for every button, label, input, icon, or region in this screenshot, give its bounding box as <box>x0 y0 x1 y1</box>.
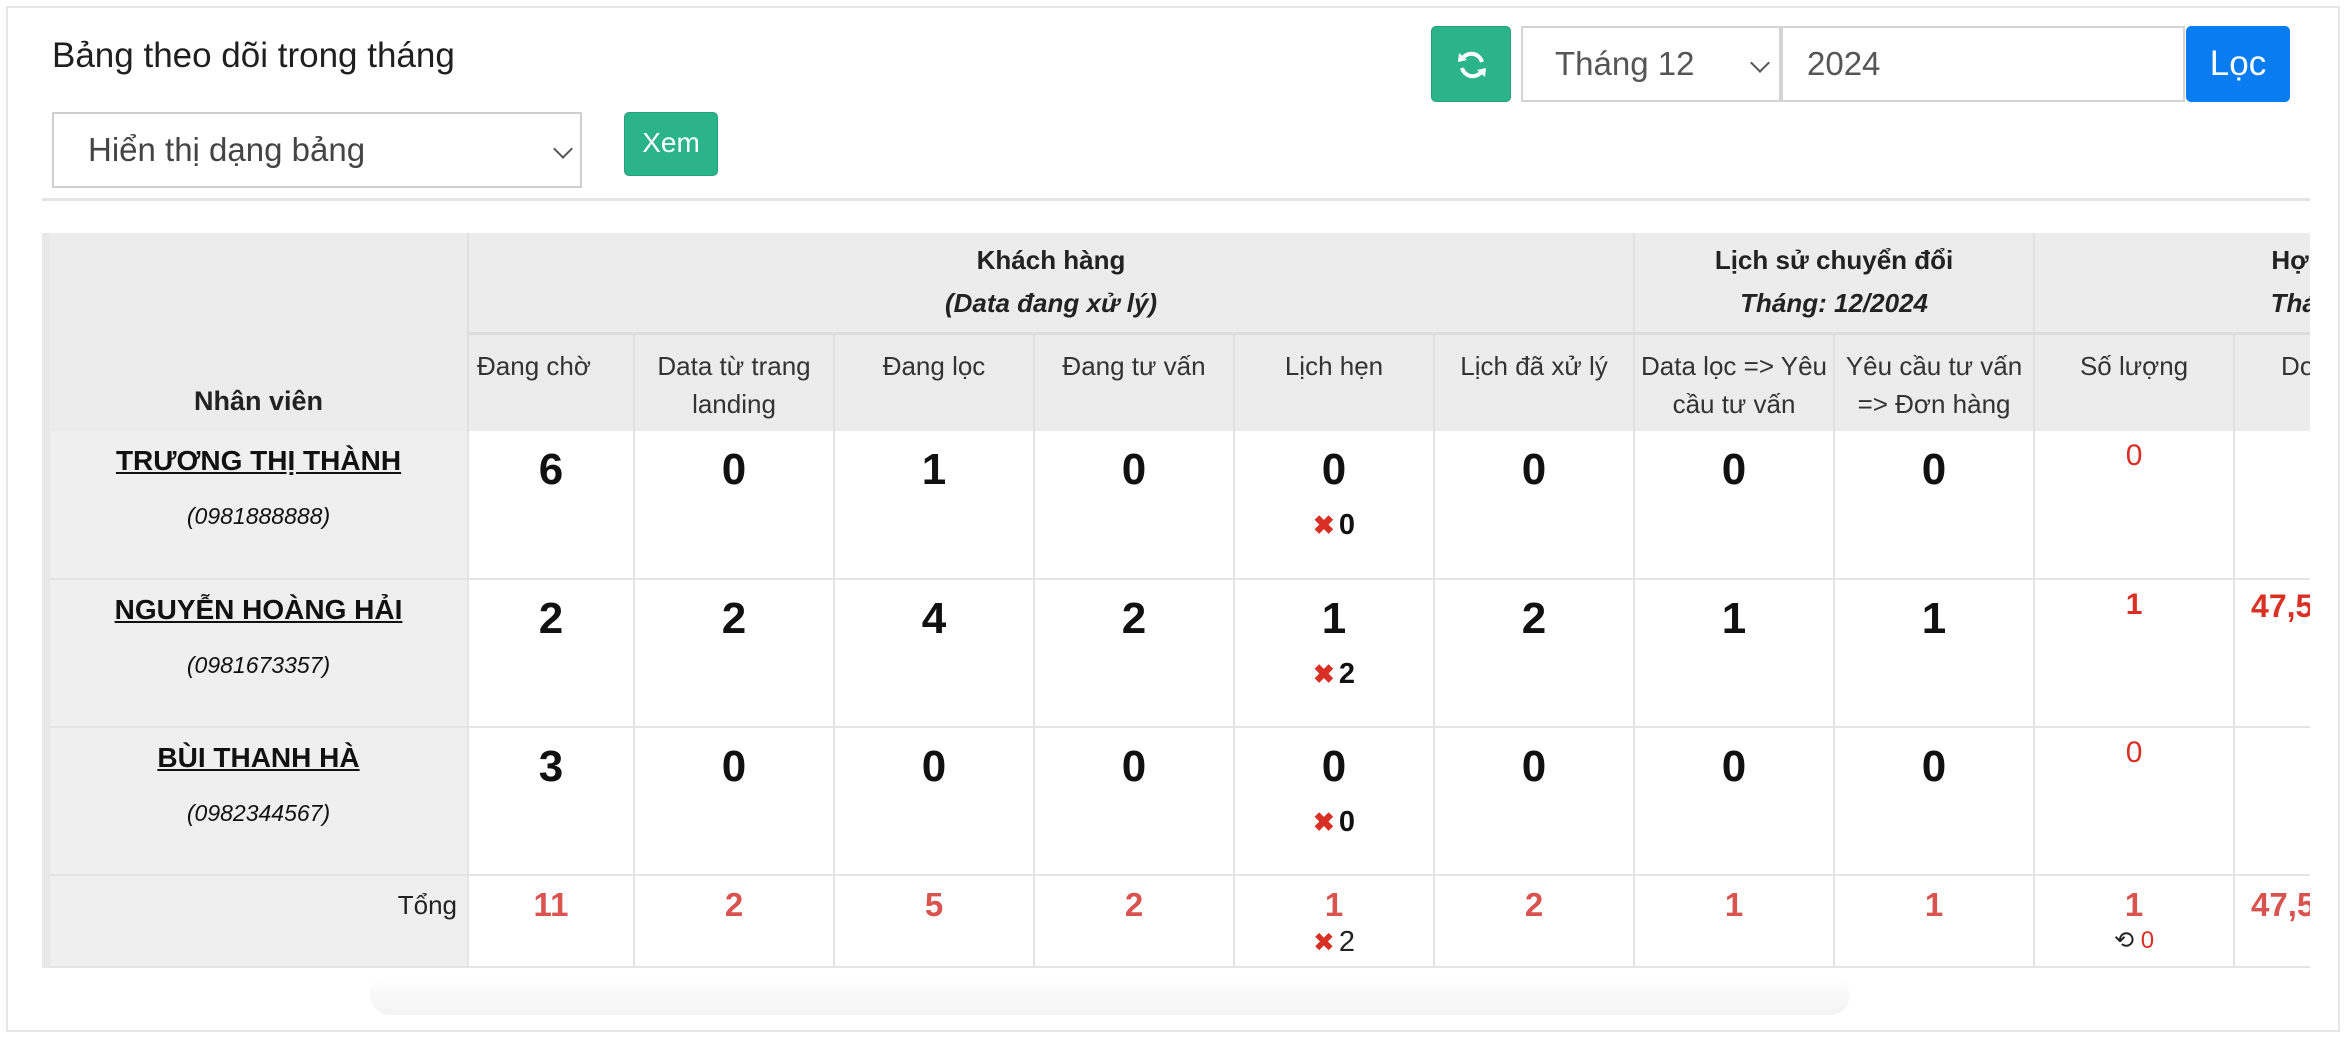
request-to-order-value: 0 <box>1921 445 1947 494</box>
waiting-value: 6 <box>538 445 564 494</box>
contracts-group-subtitle: Tháng: 12/202 <box>2270 288 2310 319</box>
col-quantity: Số lượng <box>2033 333 2235 431</box>
contracts-group-title: Hợp đồng mớ <box>2271 245 2310 276</box>
total-quantity-history: 0 <box>2140 927 2155 954</box>
tracking-table: Nhân viên Khách hàng (Data đang xử lý) L… <box>42 233 2310 970</box>
filter-to-request-value: 0 <box>1721 445 1747 494</box>
table-row: BÙI THANH HÀ (0982344567) 3 0 0 0 0 ✖ 0 0… <box>42 727 2310 876</box>
staff-phone: (0981888888) <box>186 503 331 529</box>
quantity-value[interactable]: 0 <box>2035 736 2233 770</box>
consulting-value: 2 <box>1121 594 1147 643</box>
appointments-cancelled: 2 <box>1338 658 1355 690</box>
refresh-button[interactable] <box>1431 26 1511 102</box>
history-group-title: Lịch sử chuyển đổi <box>1714 245 1954 276</box>
total-revenue: 47,5 <box>2251 886 2310 923</box>
customers-group-title: Khách hàng <box>976 245 1126 276</box>
customers-group-subtitle: (Data đang xử lý) <box>944 288 1158 319</box>
col-appointments: Lịch hẹn <box>1233 333 1434 431</box>
filtering-value: 0 <box>921 742 947 791</box>
col-revenue: Do <box>2233 333 2310 431</box>
landing-value: 0 <box>721 742 747 791</box>
total-request-to-order: 1 <box>1924 886 1944 923</box>
staff-cell: BÙI THANH HÀ (0982344567) <box>42 727 468 876</box>
x-icon: ✖ <box>1313 807 1335 837</box>
staff-phone: (0981673357) <box>186 652 331 678</box>
staff-header: Nhân viên <box>42 233 468 431</box>
view-mode-value: Hiển thị dạng bảng <box>88 131 366 168</box>
view-mode-select[interactable]: Hiển thị dạng bảng <box>52 112 582 188</box>
filter-to-request-value: 0 <box>1721 742 1747 791</box>
total-filter-to-request: 1 <box>1724 886 1744 923</box>
waiting-value: 2 <box>538 594 564 643</box>
quantity-value[interactable]: 0 <box>2035 439 2233 473</box>
staff-phone: (0982344567) <box>186 800 331 826</box>
page-title: Bảng theo dõi trong tháng <box>52 36 455 75</box>
handled-value: 0 <box>1521 742 1547 791</box>
month-select[interactable]: Tháng 12 <box>1521 26 1781 102</box>
col-landing: Data từ trang landing <box>633 333 834 431</box>
refresh-icon <box>1458 51 1486 79</box>
staff-name-link[interactable]: TRƯƠNG THỊ THÀNH <box>50 445 467 477</box>
bottom-shadow <box>370 975 1850 1015</box>
x-icon: ✖ <box>1313 510 1335 540</box>
total-filtering: 5 <box>924 886 944 923</box>
request-to-order-value: 1 <box>1921 594 1947 643</box>
filter-to-request-value: 1 <box>1721 594 1747 643</box>
col-request-to-order: Yêu cầu tư vấn => Đơn hàng <box>1833 333 2035 431</box>
consulting-value: 0 <box>1121 742 1147 791</box>
handled-value: 2 <box>1521 594 1547 643</box>
quantity-value[interactable]: 1 <box>2035 588 2233 622</box>
total-quantity: 1 <box>2124 886 2144 923</box>
consulting-value: 0 <box>1121 445 1147 494</box>
waiting-value: 3 <box>538 742 564 791</box>
filtering-value: 1 <box>921 445 947 494</box>
col-consulting: Đang tư vấn <box>1033 333 1234 431</box>
request-to-order-value: 0 <box>1921 742 1947 791</box>
month-value: Tháng 12 <box>1555 45 1695 82</box>
appointments-value: 0 <box>1321 742 1347 791</box>
view-button[interactable]: Xem <box>624 112 718 176</box>
landing-value: 2 <box>721 594 747 643</box>
table-row: TRƯƠNG THỊ THÀNH (0981888888) 6 0 1 0 0 … <box>42 431 2310 580</box>
x-icon: ✖ <box>1313 927 1335 957</box>
total-landing: 2 <box>724 886 744 923</box>
appointments-cancelled: 0 <box>1338 509 1355 541</box>
divider <box>42 198 2310 201</box>
appointments-cancelled: 0 <box>1338 806 1355 838</box>
x-icon: ✖ <box>1313 659 1335 689</box>
col-handled: Lịch đã xử lý <box>1432 333 1635 431</box>
staff-cell: TRƯƠNG THỊ THÀNH (0981888888) <box>42 431 468 580</box>
total-handled: 2 <box>1524 886 1544 923</box>
chevron-down-icon <box>1750 53 1770 73</box>
col-filter-to-request: Data lọc => Yêu cầu tư vấn <box>1633 333 1835 431</box>
table-row: NGUYỄN HOÀNG HẢI (0981673357) 2 2 4 2 1 … <box>42 579 2310 728</box>
history-icon: ⟲ <box>2113 927 2135 954</box>
filter-button[interactable]: Lọc <box>2186 26 2290 102</box>
chevron-down-icon <box>553 139 573 159</box>
total-appointments-cancelled: 2 <box>1338 926 1355 958</box>
appointments-value: 0 <box>1321 445 1347 494</box>
total-consulting: 2 <box>1124 886 1144 923</box>
year-input[interactable]: 2024 <box>1781 26 2185 102</box>
total-row: Tổng 11 2 5 2 1 ✖ 2 2 1 1 1 ⟲ 0 47,5 <box>42 875 2310 968</box>
appointments-value: 1 <box>1321 594 1347 643</box>
revenue-value: 47,5 <box>2251 588 2310 624</box>
total-waiting: 11 <box>533 886 569 923</box>
history-group-subtitle: Tháng: 12/2024 <box>1740 288 1928 319</box>
handled-value: 0 <box>1521 445 1547 494</box>
contracts-group-header: Hợp đồng mớ Tháng: 12/202 <box>2033 233 2310 333</box>
customers-group-header: Khách hàng (Data đang xử lý) <box>466 233 1635 333</box>
col-waiting: Đang chờ <box>467 333 634 431</box>
staff-name-link[interactable]: NGUYỄN HOÀNG HẢI <box>50 594 467 626</box>
history-group-header: Lịch sử chuyển đổi Tháng: 12/2024 <box>1633 233 2035 333</box>
filtering-value: 4 <box>921 594 947 643</box>
total-label: Tổng <box>42 875 468 968</box>
col-filtering: Đang lọc <box>833 333 1034 431</box>
landing-value: 0 <box>721 445 747 494</box>
total-appointments: 1 <box>1324 886 1344 923</box>
staff-cell: NGUYỄN HOÀNG HẢI (0981673357) <box>42 579 468 728</box>
staff-name-link[interactable]: BÙI THANH HÀ <box>50 742 467 774</box>
